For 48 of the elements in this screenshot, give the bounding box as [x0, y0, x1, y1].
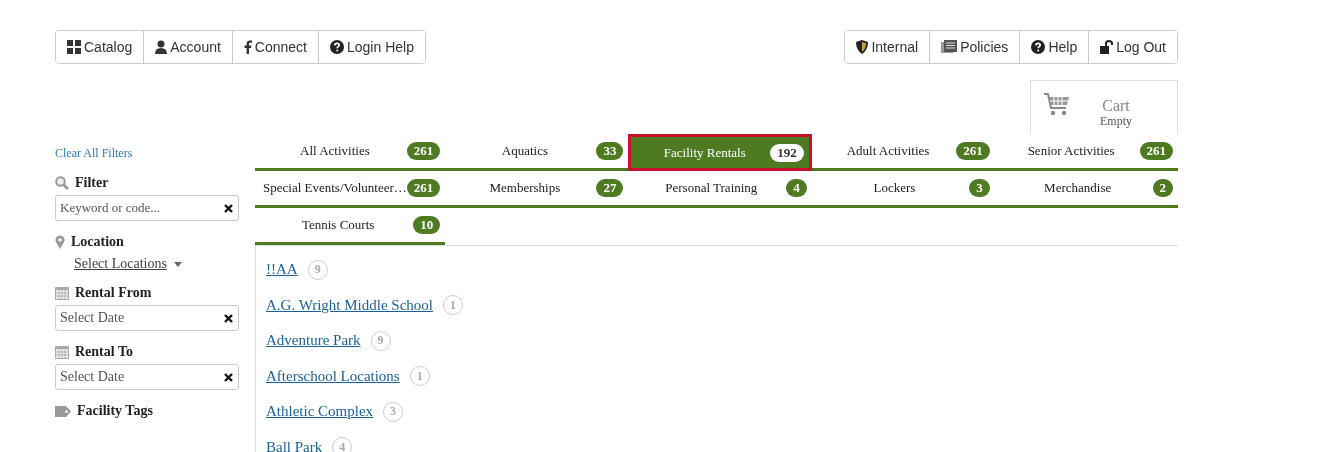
category-tab[interactable]: All Activities 261: [255, 134, 446, 171]
category-tab[interactable]: Special Events/Volunteer… 261: [255, 171, 446, 208]
category-tab[interactable]: Tennis Courts 10: [255, 208, 446, 245]
nav-button[interactable]: Login Help: [318, 31, 425, 63]
documents-icon: [941, 40, 958, 54]
search-icon: [55, 176, 69, 190]
facility-link[interactable]: !!AA: [266, 261, 298, 279]
tag-icon: [55, 405, 71, 417]
facility-link[interactable]: A.G. Wright Middle School: [266, 296, 434, 314]
facility-link[interactable]: Athletic Complex: [266, 403, 374, 421]
grid-icon: [67, 40, 81, 54]
calendar-icon: [55, 345, 69, 359]
category-tab[interactable]: Memberships 27: [445, 171, 629, 208]
user-icon: [155, 40, 168, 54]
category-tab[interactable]: Facility Rentals 192: [628, 134, 812, 171]
cart-title: Cart: [1102, 97, 1130, 114]
location-pin-icon: [55, 235, 65, 249]
filter-label: Rental From: [75, 285, 152, 301]
nav-button[interactable]: Log Out: [1088, 31, 1177, 63]
clear-icon[interactable]: [224, 204, 233, 213]
cart-icon: [1044, 93, 1070, 117]
facebook-icon: [243, 40, 252, 54]
filter-label: Filter: [75, 175, 109, 191]
category-tab[interactable]: Senior Activities 261: [994, 134, 1178, 171]
shield-icon: [856, 40, 869, 54]
input-field[interactable]: Select Date: [55, 305, 239, 331]
category-tab[interactable]: Merchandise 2: [994, 171, 1178, 208]
help-icon: [1031, 40, 1046, 54]
facility-link[interactable]: Adventure Park: [266, 332, 361, 350]
clear-filters-link[interactable]: Clear All Filters: [55, 146, 133, 161]
category-tab[interactable]: Lockers 3: [811, 171, 995, 208]
facility-link[interactable]: Afterschool Locations: [266, 367, 400, 385]
unlock-icon: [1100, 40, 1114, 54]
filter-label: Facility Tags: [77, 403, 153, 419]
input-field[interactable]: Select Date: [55, 364, 239, 390]
caret-icon: [173, 261, 182, 267]
location-dropdown[interactable]: Select Locations: [74, 256, 167, 272]
category-tab[interactable]: Adult Activities 261: [811, 134, 995, 171]
filter-label: Rental To: [75, 344, 133, 360]
clear-icon[interactable]: [224, 373, 233, 382]
help-icon: [330, 40, 344, 54]
cart-status: Empty: [1100, 114, 1132, 128]
filter-label: Location: [71, 234, 124, 250]
input-field[interactable]: Keyword or code...: [55, 195, 239, 221]
facility-link[interactable]: Ball Park: [266, 438, 323, 452]
clear-icon[interactable]: [224, 314, 233, 323]
category-tab[interactable]: Personal Training 4: [628, 171, 812, 208]
calendar-icon: [55, 286, 69, 300]
